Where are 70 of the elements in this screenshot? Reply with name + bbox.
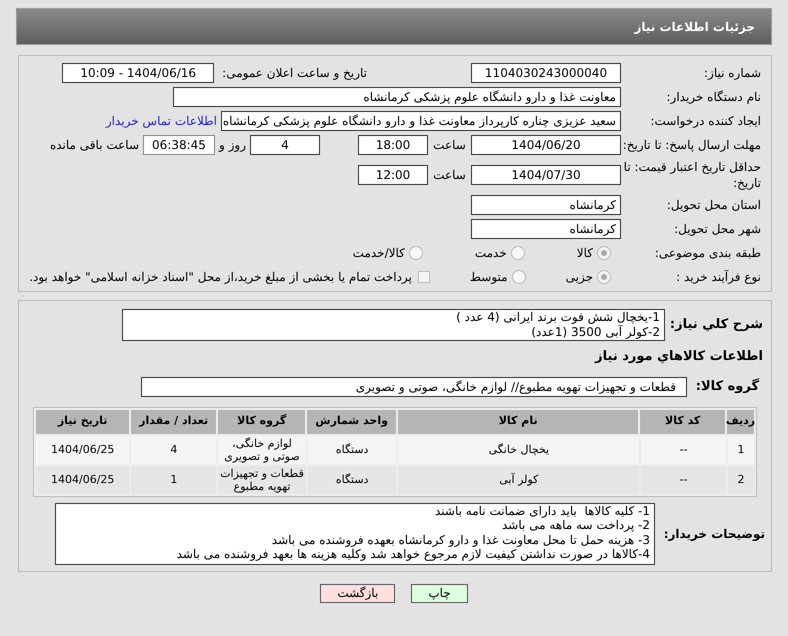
field-label: کالا: [576, 245, 593, 262]
buyer-contact-link[interactable]: اطلاعات تماس خریدار: [106, 112, 217, 130]
page-title: جزئیات اطلاعات نیاز: [634, 18, 755, 36]
column-header: گروه کالا: [218, 410, 306, 434]
description-field: 1-یخچال شش فوت برند ایرانی (4 عدد ) 2-کولر آبی 3500 (1عدد): [122, 309, 665, 341]
column-header: تاریخ نیاز: [36, 410, 130, 434]
field-label: شهر محل تحویل:: [674, 221, 761, 237]
reply-time-field: 18:00: [358, 135, 428, 155]
reply-date-field: 1404/06/20: [471, 135, 621, 155]
table-cell: --: [641, 436, 726, 464]
table-cell: 2: [728, 466, 754, 494]
field-label: ساعت: [432, 167, 467, 184]
column-header: ردیف: [727, 410, 754, 434]
print-button[interactable]: چاپ: [411, 584, 468, 602]
table-cell: دستگاه: [308, 436, 396, 464]
field-label: گروه کالا:: [694, 377, 760, 396]
field-label: ایجاد کننده درخواست:: [650, 113, 761, 129]
table-cell: 1: [131, 466, 216, 494]
table-cell: کولر آبی: [398, 466, 640, 494]
buyer-notes-field: 1- کلیه کالاها باید دارای ضمانت نامه باشند 2- پرداخت سه ماهه می باشد 3- هزینه حمل تا محل معاونت غذا و دارو کرمانشاه بعهده فروشنده می باشد 4-کالاها در صورت نداشتن کیفیت لازم مرجوع خواهد شد وکلیه هزینه ها بعهد فروشنده می باشد: [55, 502, 655, 564]
need-number-field: 1104030243000040: [471, 63, 621, 83]
goods-group-field: قطعات و تجهیزات تهویه مطبوع// لوازم خانگی، صوتی و تصویری: [141, 376, 687, 396]
column-header: واحد شمارش: [307, 410, 396, 434]
validity-date-field: 1404/07/30: [471, 165, 621, 185]
field-label: روز و: [219, 137, 246, 154]
province-field: کرمانشاه: [471, 195, 621, 215]
radio-button[interactable]: [512, 270, 526, 284]
field-label: جزیی: [566, 269, 593, 286]
table-cell: لوازم خانگی، صوتی و تصویری: [218, 436, 306, 464]
field-label: شماره نیاز:: [704, 65, 761, 81]
radio-button[interactable]: [597, 270, 611, 284]
table-cell: 1: [728, 436, 754, 464]
validity-time-field: 12:00: [358, 165, 428, 185]
field-label: توضیحات خریدار:: [662, 526, 765, 542]
field-label: پرداخت تمام یا بخشی از مبلغ خرید،از محل "اسناد خزانه اسلامی" خواهد بود.: [29, 269, 412, 286]
table-cell: 1404/06/25: [36, 436, 130, 464]
field-label: استان محل تحویل:: [666, 197, 761, 213]
field-label: طبقه بندی موضوعی:: [654, 245, 761, 261]
buyer-org-field: معاونت غذا و دارو دانشگاه علوم پزشکی کرمانشاه: [173, 87, 621, 107]
field-label: ساعت: [432, 137, 467, 154]
requester-field: سعید عزیزی چناره کارپرداز معاونت غذا و دارو دانشگاه علوم پزشکی کرمانشاه: [221, 111, 621, 131]
back-button[interactable]: بازگشت: [320, 584, 396, 602]
announce-date-field: 1404/06/16 - 10:09: [62, 63, 214, 83]
field-label: نوع فرآیند خرید :: [676, 269, 761, 285]
column-header: تعداد / مقدار: [131, 410, 216, 434]
radio-button[interactable]: [597, 246, 611, 260]
field-label: متوسط: [470, 269, 508, 286]
radio-button[interactable]: [510, 246, 525, 260]
table-cell: --: [641, 466, 726, 494]
field-label: ساعت باقی مانده: [50, 137, 139, 154]
section-heading: اطلاعات کالاهاي مورد نياز: [595, 349, 763, 364]
table-cell: یخچال خانگی: [398, 436, 640, 464]
city-field: کرمانشاه: [471, 219, 621, 239]
field-label: تاریخ و ساعت اعلان عمومی:: [222, 65, 367, 82]
remaining-time-field: 06:38:45: [143, 135, 215, 155]
radio-button[interactable]: [408, 246, 423, 260]
checkbox[interactable]: [418, 271, 430, 283]
field-label: نام دستگاه خریدار:: [666, 89, 761, 105]
days-field: 4: [250, 135, 320, 155]
column-header: کد کالا: [640, 410, 725, 434]
table-cell: 4: [131, 436, 216, 464]
field-label: حداقل تاریخ اعتبار قیمت: تا تاریخ:: [622, 159, 761, 191]
table-cell: قطعات و تجهیزات تهویه مطبوع: [218, 466, 306, 494]
field-label: مهلت ارسال پاسخ: تا تاریخ:: [622, 137, 761, 153]
table-cell: دستگاه: [308, 466, 396, 494]
field-label: شرح کلي نياز:: [668, 316, 764, 334]
field-label: خدمت: [474, 245, 507, 262]
field-label: کالا/خدمت: [352, 245, 405, 262]
table-cell: 1404/06/25: [36, 466, 130, 494]
column-header: نام کالا: [398, 410, 638, 434]
